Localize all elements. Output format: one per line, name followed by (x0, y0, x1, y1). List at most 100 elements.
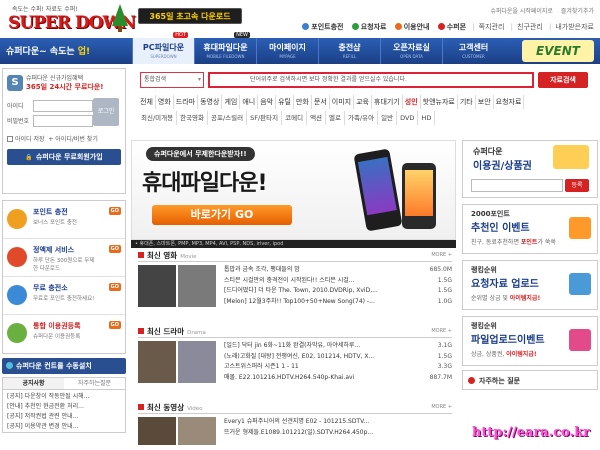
join-button[interactable]: 슈퍼다운 무료회원가입 (7, 149, 121, 165)
list-item[interactable]: 매몰. E22.101216.HDTV.H264.540p-Khai.avi 88… (224, 373, 452, 384)
service-point-charge[interactable]: 포인트 충전 보너스 포인트 충전 GO (3, 201, 125, 239)
nav-pc-download[interactable]: HOT PC파일다운 SUPERDOWN (132, 32, 194, 64)
list-item[interactable]: Every1 슈퍼주니어의 선견지명 E02 - 101215.SDTV... (224, 417, 452, 428)
category-item[interactable]: 휴대기기 (372, 95, 403, 109)
subcategory-item[interactable]: 가족/유아 (345, 111, 379, 125)
speed-badge[interactable]: 365일 초고속 다운로드 (138, 8, 242, 24)
category-item[interactable]: 핫앤뉴자료 (421, 95, 458, 109)
find-account-link[interactable]: + 아이디/비번 찾기 (48, 136, 98, 143)
promo-referral[interactable]: 2000포인트 추천인 이벤트 친구, 동료추천하면 포인트가 쑥쑥 (462, 204, 598, 254)
thumbnail[interactable] (178, 341, 216, 383)
list-item[interactable]: 고스트위스퍼러 시즌1 1 - 11 3.3G (224, 362, 452, 373)
coupon-input[interactable] (471, 179, 563, 192)
message-link[interactable]: 쪽지관리 (472, 22, 505, 32)
add-favorite-link[interactable]: 즐겨찾기추가 (561, 8, 594, 15)
service-voucher[interactable]: 통합 이용권등록 슈퍼다운 이용권등록 GO (3, 315, 125, 353)
more-link[interactable]: MORE + (431, 328, 452, 334)
subcategory-item[interactable]: SF/판타지 (247, 111, 283, 125)
subcategory-item[interactable]: DVD (397, 111, 419, 125)
request-link[interactable]: 요청자료 (351, 22, 386, 32)
faq-link[interactable]: 자주하는 질문 (462, 370, 598, 390)
go-button[interactable]: GO (108, 283, 121, 291)
list-item[interactable]: [일드] 닥터 jin 6화~11화 완결(자막유, 아야세하루... 3.1G (224, 341, 452, 352)
drama-list: [일드] 닥터 jin 6화~11화 완결(자막유, 아야세하루... 3.1G … (216, 341, 452, 383)
subcategory-item[interactable]: 공포/스릴러 (208, 111, 248, 125)
point-charge-link[interactable]: 포인트충전 (302, 22, 343, 32)
password-input[interactable] (33, 114, 93, 127)
tab-faq[interactable]: 자주하는질문 (64, 378, 125, 389)
thumbnail[interactable] (138, 265, 176, 307)
friend-link[interactable]: 친구관리 (511, 22, 543, 32)
downloaded-link[interactable]: 내가받은자료 (549, 22, 594, 32)
subcategory-item[interactable]: 일반 (378, 111, 398, 125)
guide-link[interactable]: 이용안내 (394, 22, 429, 32)
go-button[interactable]: GO (108, 321, 121, 329)
coupon-register-button[interactable]: 등록 (565, 179, 589, 192)
tab-notice[interactable]: 공지사항 (3, 378, 64, 389)
subcategory-item[interactable]: 최신/미개봉 (138, 111, 178, 125)
nav-open-data[interactable]: 오픈자료실 OPEN DATA (380, 38, 442, 64)
notice-item[interactable]: [공지] 다운창이 작동안될 시해... (7, 392, 121, 402)
thumbnail[interactable] (138, 341, 176, 383)
login-button[interactable]: 로그인 (93, 98, 119, 126)
category-item[interactable]: 영화 (156, 95, 174, 109)
service-free-charge[interactable]: 무료 충전소 무료로 포인트 충전하세요! GO (3, 277, 125, 315)
category-item[interactable]: 이미지 (330, 95, 355, 109)
list-item[interactable]: 스티븐 시걸만의 충격전이 시작된다!! 스티븐 시걸... 1.5G (224, 276, 452, 287)
category-item[interactable]: 드라마 (174, 95, 199, 109)
category-item[interactable]: 문서 (312, 95, 330, 109)
nav-refill[interactable]: 충전샵 REFILL (318, 38, 380, 64)
event-banner[interactable]: EVENT (522, 40, 594, 62)
thumbnail[interactable] (138, 417, 176, 445)
category-item[interactable]: 동영상 (198, 95, 223, 109)
supermon-link[interactable]: 수퍼몬 (437, 22, 466, 32)
category-item[interactable]: 전체 (138, 95, 156, 109)
category-item[interactable]: 음악 (258, 95, 277, 109)
subcategory-item[interactable]: 액션 (307, 111, 327, 125)
category-item[interactable]: 게임 (222, 95, 241, 109)
category-item[interactable]: 기타 (458, 95, 476, 109)
subcategory-item[interactable]: 코메디 (282, 111, 308, 125)
category-item[interactable]: 유틸 (276, 95, 294, 109)
promo-request-upload[interactable]: 랭킹순위 요청자료 업로드 순위별 상금 및 아이템지급! (462, 260, 598, 310)
list-item[interactable]: (노래)고화질 [대왕] 전쟁여신, E02, 101214, HDTV, X.… (224, 352, 452, 363)
go-button[interactable]: GO (108, 207, 121, 215)
search-scope-select[interactable]: 통합검색 (140, 72, 204, 88)
list-item[interactable]: 뜨거운 형제들.E1089.101212(일).SDTV.H264.450p..… (224, 428, 452, 439)
category-item[interactable]: 만화 (294, 95, 312, 109)
list-item[interactable]: [Melon] 12월3주차!! Top100+50+New Song(74) … (224, 297, 452, 308)
christmas-tree-icon (112, 4, 128, 26)
more-link[interactable]: MORE + (431, 404, 452, 410)
mobile-download-banner[interactable]: 슈퍼다운에서 무제한다운받자!! 휴대파일다운! 바로가기 GO (131, 140, 456, 240)
notice-item[interactable]: [공지] 저작권법 관련 안내... (7, 412, 121, 422)
subcategory-item[interactable]: HD (418, 111, 436, 125)
list-item[interactable]: [드디어떴다] 더 타운 The. Town, 2010.DVDRip, Xvi… (224, 286, 452, 297)
search-input[interactable]: 단어위주로 검색하시면 보다 정확한 결과를 얻으실수 있습니다. (208, 72, 534, 88)
search-button[interactable]: 자료검색 (538, 72, 588, 88)
list-item[interactable]: 톱밥과 금속 조각, 팽대들의 밤 685.0M (224, 265, 452, 276)
category-item[interactable]: 성인 (403, 95, 421, 109)
nav-mobile-download[interactable]: NEW 휴대파일다운 MOBILE FILEDOWN (194, 32, 256, 64)
promo-file-upload[interactable]: 랭킹순위 파일업로드이벤트 상금, 상품권, 아이템지급! (462, 316, 598, 366)
service-flat-rate[interactable]: 정액제 서비스 하루 단돈 300원으로 무제한 다운로드 GO (3, 239, 125, 277)
banner-go-button[interactable]: 바로가기 GO (152, 205, 292, 225)
thumbnail[interactable] (178, 417, 216, 445)
nav-mypage[interactable]: 마이페이지 MYPAGE (256, 38, 318, 64)
thumbnail[interactable] (178, 265, 216, 307)
notice-item[interactable]: [공지] 이용약관 변경 안내... (7, 422, 121, 432)
logo[interactable]: 속도는 수퍼! 자료도 수퍼! SUPER DOWN (4, 2, 136, 36)
subcategory-item[interactable]: 한국영화 (177, 111, 209, 125)
subcategory-item[interactable]: 멜로 (326, 111, 345, 125)
category-item[interactable]: 애니 (240, 95, 259, 109)
category-item[interactable]: 교육 (354, 95, 372, 109)
category-item[interactable]: 보안 (476, 95, 494, 109)
remote-install-button[interactable]: 슈퍼다운 컨트롤 수동설치 (2, 358, 126, 374)
go-button[interactable]: GO (108, 245, 121, 253)
category-item[interactable]: 요청자료 (494, 95, 525, 109)
nav-customer[interactable]: 고객센터 CUSTOMER (442, 38, 504, 64)
more-link[interactable]: MORE + (431, 252, 452, 258)
id-input[interactable] (33, 99, 93, 112)
save-id-checkbox[interactable] (7, 136, 13, 142)
notice-item[interactable]: [안내] 추천인 현금전환 처리... (7, 402, 121, 412)
set-homepage-link[interactable]: 슈퍼다운을 시작페이지로 (490, 8, 553, 15)
